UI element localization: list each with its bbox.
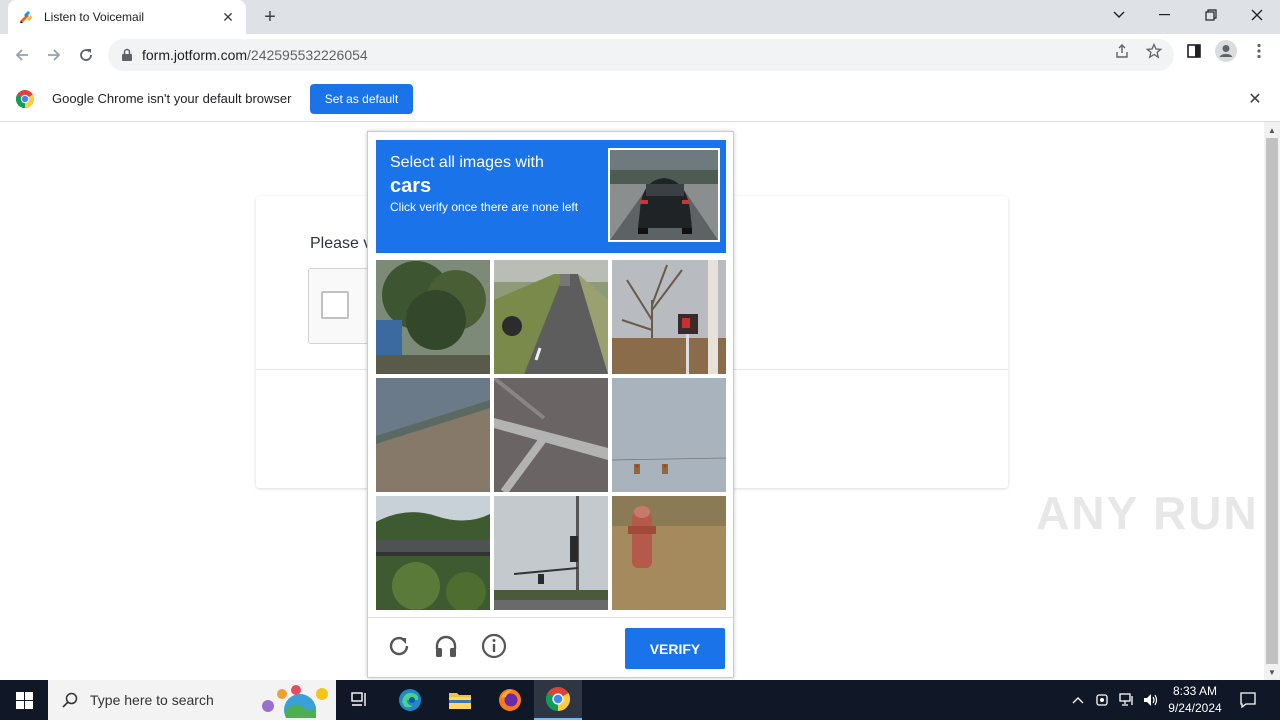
- refresh-icon[interactable]: [385, 632, 413, 660]
- scroll-thumb[interactable]: [1266, 138, 1278, 664]
- system-clock[interactable]: 8:33 AM 9/24/2024: [1160, 683, 1230, 717]
- tab-close-icon[interactable]: ✕: [220, 9, 236, 25]
- set-as-default-button[interactable]: Set as default: [310, 84, 413, 114]
- tab-title: Listen to Voicemail: [44, 10, 145, 24]
- edge-icon[interactable]: [386, 680, 434, 720]
- start-button[interactable]: [0, 680, 48, 720]
- search-icon: [62, 692, 78, 708]
- scroll-down-icon[interactable]: ▼: [1264, 665, 1280, 679]
- new-tab-icon[interactable]: +: [258, 6, 282, 28]
- challenge-prompt: Select all images with: [390, 154, 544, 171]
- lock-icon: [122, 48, 132, 61]
- verify-button[interactable]: VERIFY: [625, 628, 725, 669]
- sample-car-image: [608, 148, 720, 242]
- page-scrollbar[interactable]: ▲ ▼: [1264, 122, 1280, 680]
- challenge-instruction: Click verify once there are none left: [390, 200, 579, 214]
- grid-tile-4[interactable]: [376, 378, 490, 492]
- url-path: /242595532226054: [247, 47, 368, 63]
- grid-tile-9[interactable]: [612, 496, 726, 610]
- task-view-icon[interactable]: [336, 680, 384, 720]
- windows-taskbar: Type here to search 8:33 AM 9/24/2024: [0, 680, 1280, 720]
- info-icon[interactable]: [480, 632, 508, 660]
- jotform-icon: [20, 11, 32, 23]
- infobar-close-icon[interactable]: ✕: [1246, 90, 1264, 108]
- grid-tile-7[interactable]: [376, 496, 490, 610]
- grid-tile-8[interactable]: [494, 496, 608, 610]
- challenge-footer: VERIFY: [368, 617, 733, 677]
- captcha-challenge-popup: Select all images with cars Click verify…: [367, 131, 734, 678]
- form-question-label: Please v: [310, 235, 372, 252]
- windows-logo-icon: [15, 691, 33, 709]
- network-icon[interactable]: [1116, 680, 1138, 720]
- search-placeholder: Type here to search: [90, 692, 214, 708]
- file-explorer-icon[interactable]: [436, 680, 484, 720]
- watermark-logo: ANY RUN: [1036, 487, 1259, 539]
- grid-tile-1[interactable]: [376, 260, 490, 374]
- clock-date: 9/24/2024: [1168, 701, 1222, 715]
- browser-tab[interactable]: Listen to Voicemail ✕: [8, 0, 246, 34]
- search-highlight-icon: [262, 685, 328, 718]
- chrome-logo-icon: [16, 90, 34, 108]
- chrome-taskbar-icon[interactable]: [534, 680, 582, 720]
- challenge-keyword: cars: [390, 175, 432, 197]
- restore-icon[interactable]: [1188, 0, 1234, 30]
- clock-time: 8:33 AM: [1172, 684, 1218, 698]
- volume-icon[interactable]: [1140, 680, 1162, 720]
- back-icon[interactable]: [10, 43, 34, 67]
- default-browser-infobar: Google Chrome isn't your default browser…: [0, 76, 1280, 122]
- grid-tile-5[interactable]: [494, 378, 608, 492]
- grid-tile-6[interactable]: [612, 378, 726, 492]
- captcha-checkbox[interactable]: [321, 291, 349, 319]
- tab-search-icon[interactable]: [1096, 0, 1142, 30]
- close-window-icon[interactable]: [1234, 0, 1280, 30]
- menu-dots-icon[interactable]: [1250, 42, 1268, 60]
- reload-icon[interactable]: [74, 43, 98, 67]
- browser-toolbar: form.jotform.com/242595532226054: [0, 34, 1280, 76]
- side-panel-icon[interactable]: [1185, 42, 1203, 60]
- audio-challenge-icon[interactable]: [432, 632, 460, 660]
- minimize-icon[interactable]: [1142, 0, 1188, 30]
- share-icon[interactable]: [1113, 42, 1131, 60]
- notifications-icon[interactable]: [1234, 680, 1262, 720]
- taskbar-search[interactable]: Type here to search: [48, 680, 336, 720]
- grid-tile-3[interactable]: [612, 260, 726, 374]
- tray-chevron-icon[interactable]: [1068, 680, 1088, 720]
- meet-now-icon[interactable]: [1092, 680, 1112, 720]
- tab-strip: Listen to Voicemail ✕ +: [0, 0, 1280, 34]
- image-grid: [376, 260, 726, 610]
- firefox-icon[interactable]: [486, 680, 534, 720]
- bookmark-star-icon[interactable]: [1145, 42, 1163, 60]
- forward-icon[interactable]: [42, 43, 66, 67]
- url-host: form.jotform.com: [142, 47, 248, 63]
- address-bar[interactable]: form.jotform.com/242595532226054: [108, 39, 1174, 71]
- infobar-message: Google Chrome isn't your default browser: [52, 91, 292, 106]
- scroll-up-icon[interactable]: ▲: [1264, 123, 1280, 137]
- grid-tile-2[interactable]: [494, 260, 608, 374]
- challenge-header: Select all images with cars Click verify…: [376, 140, 726, 253]
- profile-avatar-icon[interactable]: [1214, 39, 1238, 63]
